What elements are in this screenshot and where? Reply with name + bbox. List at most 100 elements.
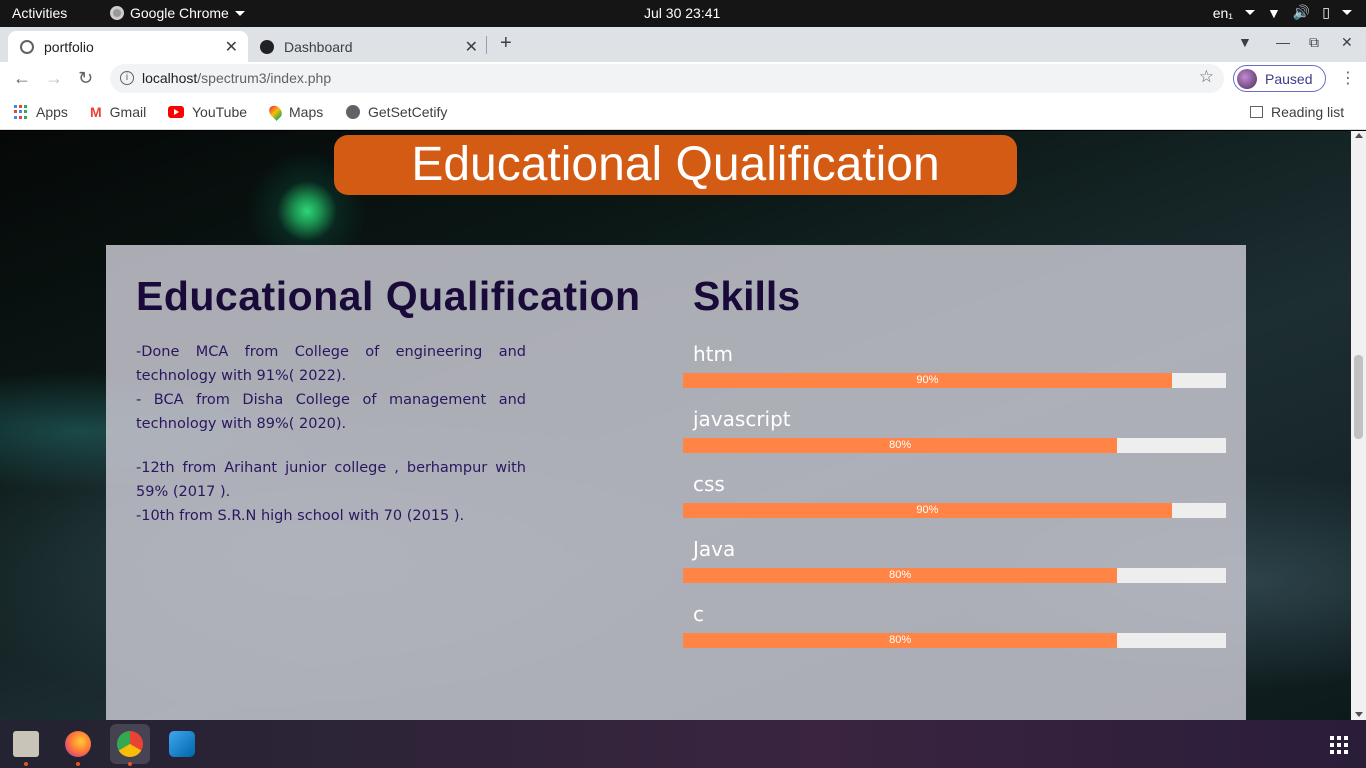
system-tray[interactable]: en₁ ▼ 🔊 ▯	[1213, 4, 1352, 21]
skills-list: htm 90% javascript 80% css 90% Java 80% …	[683, 330, 1226, 655]
education-details: -Done MCA from College of engineering an…	[136, 340, 526, 528]
tab-divider	[486, 36, 487, 54]
chevron-down-icon	[234, 10, 245, 16]
bookmarks-bar: Apps M Gmail YouTube Maps GetSetCetify R…	[0, 95, 1366, 130]
section-banner: Educational Qualification	[334, 135, 1017, 195]
education-line: -Done MCA from College of engineering an…	[136, 344, 526, 384]
dock-files[interactable]	[6, 724, 46, 766]
bookmark-youtube[interactable]: YouTube	[168, 104, 247, 120]
skill-progress-bar: 80%	[683, 438, 1226, 453]
profile-button[interactable]: Paused	[1233, 65, 1326, 92]
education-heading: Educational Qualification	[136, 273, 641, 319]
restore-icon[interactable]: ⧉	[1309, 34, 1319, 51]
activities-button[interactable]: Activities	[12, 5, 67, 21]
app-menu-label: Google Chrome	[130, 5, 229, 21]
back-icon[interactable]: ←	[13, 68, 31, 89]
skill-name: javascript	[693, 407, 791, 431]
youtube-icon	[168, 106, 184, 118]
dock	[0, 720, 1366, 768]
tab-search-icon[interactable]: ▼	[1238, 34, 1252, 50]
tab-label: portfolio	[44, 38, 94, 55]
chevron-down-icon	[1342, 10, 1352, 15]
system-top-bar: Activities Google Chrome Jul 30 23:41 en…	[0, 0, 1366, 27]
education-line: - BCA from Disha College of management a…	[136, 392, 526, 432]
bookmark-label: Apps	[36, 104, 68, 120]
education-line: -12th from Arihant junior college , berh…	[136, 460, 526, 500]
bookmark-star-icon[interactable]: ☆	[1199, 67, 1214, 87]
running-indicator	[76, 762, 80, 766]
minimize-icon[interactable]: —	[1276, 34, 1290, 50]
education-line: -10th from S.R.N high school with 70 (20…	[136, 508, 465, 524]
dock-firefox[interactable]	[58, 724, 98, 766]
apps-grid-icon	[14, 105, 28, 119]
more-options-icon[interactable]: ⋮	[1340, 68, 1356, 88]
skill-progress-fill: 90%	[683, 373, 1172, 388]
maps-pin-icon	[266, 103, 285, 121]
skill-item: javascript 80%	[683, 395, 1226, 460]
browser-toolbar: ← → ↻ i localhost/spectrum3/index.php ☆ …	[0, 62, 1366, 95]
chrome-icon	[110, 6, 124, 20]
show-applications-icon[interactable]	[1330, 736, 1348, 754]
bookmark-label: Maps	[289, 104, 324, 120]
firefox-icon	[65, 731, 91, 757]
skill-item: c 80%	[683, 590, 1226, 655]
reload-icon[interactable]: ↻	[78, 68, 93, 89]
bookmark-apps[interactable]: Apps	[14, 104, 68, 120]
skill-progress-bar: 90%	[683, 373, 1226, 388]
bookmark-getsetcetify[interactable]: GetSetCetify	[346, 104, 447, 120]
skills-column: Skills htm 90% javascript 80% css 90% Ja…	[683, 273, 1226, 655]
battery-icon: ▯	[1322, 4, 1330, 20]
dock-chrome[interactable]	[110, 724, 150, 766]
bookmark-gmail[interactable]: M Gmail	[90, 104, 146, 120]
skill-progress-bar: 80%	[683, 568, 1226, 583]
skill-progress-fill: 90%	[683, 503, 1172, 518]
reading-list-button[interactable]: Reading list	[1250, 104, 1344, 120]
dashboard-icon	[260, 39, 274, 54]
skill-name: Java	[693, 537, 736, 561]
reading-list-label: Reading list	[1271, 104, 1345, 120]
address-url: localhost/spectrum3/index.php	[142, 70, 331, 86]
globe-icon	[20, 39, 34, 54]
close-icon[interactable]: ✕	[465, 37, 478, 57]
page-viewport: Educational Qualification Educational Qu…	[0, 131, 1351, 720]
profile-status: Paused	[1265, 70, 1313, 87]
bookmark-label: YouTube	[192, 104, 248, 120]
skill-name: c	[693, 602, 704, 626]
dock-vscode[interactable]	[162, 724, 202, 764]
chrome-icon	[117, 731, 143, 757]
tab-dashboard[interactable]: Dashboard ✕	[248, 31, 488, 62]
skill-progress-bar: 90%	[683, 503, 1226, 518]
running-indicator	[128, 762, 132, 766]
files-icon	[13, 731, 39, 757]
skill-progress-fill: 80%	[683, 633, 1118, 648]
scroll-up-icon[interactable]	[1355, 133, 1363, 138]
scroll-down-icon[interactable]	[1355, 712, 1363, 717]
clock[interactable]: Jul 30 23:41	[644, 5, 720, 21]
reading-list-icon	[1250, 106, 1263, 118]
page-scrollbar[interactable]	[1351, 131, 1366, 720]
vscode-icon	[169, 731, 195, 757]
globe-icon	[346, 105, 360, 119]
info-icon[interactable]: i	[120, 71, 134, 85]
new-tab-button[interactable]: +	[500, 32, 512, 55]
wifi-icon: ▼	[1266, 4, 1281, 21]
tab-portfolio[interactable]: portfolio ✕	[8, 31, 248, 62]
qualification-card: Educational Qualification -Done MCA from…	[106, 245, 1246, 720]
skill-progress-fill: 80%	[683, 568, 1118, 583]
tab-strip: portfolio ✕ Dashboard ✕	[0, 27, 1366, 62]
skill-name: htm	[693, 342, 733, 366]
bookmark-maps[interactable]: Maps	[266, 103, 324, 121]
scrollbar-thumb[interactable]	[1354, 355, 1363, 439]
close-icon[interactable]: ✕	[225, 37, 238, 57]
input-language[interactable]: en₁	[1213, 5, 1233, 21]
gmail-icon: M	[90, 104, 102, 120]
skill-name: css	[693, 472, 725, 496]
bookmark-label: GetSetCetify	[368, 104, 448, 120]
close-window-icon[interactable]: ✕	[1341, 34, 1353, 51]
volume-icon: 🔊	[1292, 4, 1311, 20]
app-menu[interactable]: Google Chrome	[110, 5, 245, 21]
address-bar[interactable]: i localhost/spectrum3/index.php ☆	[110, 64, 1224, 93]
chevron-down-icon	[1244, 10, 1255, 15]
running-indicator	[24, 762, 28, 766]
forward-icon[interactable]: →	[45, 68, 63, 89]
